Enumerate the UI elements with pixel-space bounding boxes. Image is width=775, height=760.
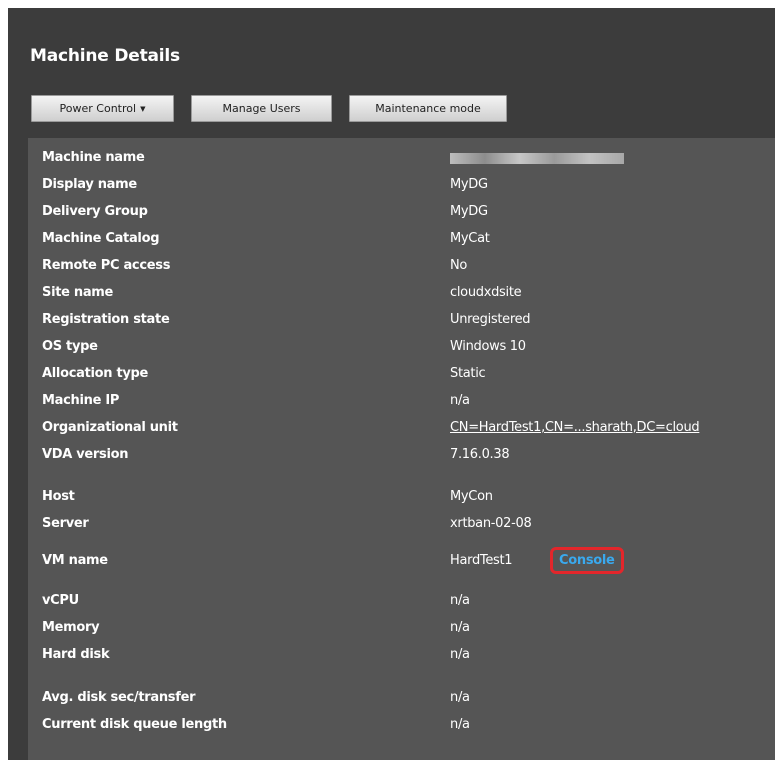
detail-row: VM name HardTest1 Console bbox=[28, 547, 775, 574]
detail-row: Machine Catalog MyCat bbox=[28, 225, 775, 252]
detail-value: n/a bbox=[450, 690, 470, 705]
detail-row: Memory n/a bbox=[28, 614, 775, 641]
power-control-label: Power Control bbox=[59, 102, 137, 115]
detail-label: Machine Catalog bbox=[42, 231, 160, 246]
detail-value: n/a bbox=[450, 620, 470, 635]
detail-label: OS type bbox=[42, 339, 98, 354]
detail-value: MyDG bbox=[450, 204, 488, 219]
detail-value: n/a bbox=[450, 717, 470, 732]
detail-label: Memory bbox=[42, 620, 100, 635]
detail-row: Delivery Group MyDG bbox=[28, 198, 775, 225]
detail-label: Organizational unit bbox=[42, 420, 178, 435]
detail-value: n/a bbox=[450, 393, 470, 408]
detail-value: n/a bbox=[450, 593, 470, 608]
detail-row: Current disk queue length n/a bbox=[28, 711, 775, 738]
detail-row: Display name MyDG bbox=[28, 171, 775, 198]
detail-label: vCPU bbox=[42, 593, 79, 608]
maintenance-mode-label: Maintenance mode bbox=[375, 102, 481, 115]
detail-label: Host bbox=[42, 489, 75, 504]
detail-value: Unregistered bbox=[450, 312, 531, 327]
power-control-button[interactable]: Power Control ▼ bbox=[31, 95, 174, 122]
console-highlight: Console bbox=[550, 547, 624, 574]
detail-row: OS type Windows 10 bbox=[28, 333, 775, 360]
detail-value: cloudxdsite bbox=[450, 285, 522, 300]
detail-label: VDA version bbox=[42, 447, 129, 462]
detail-value: n/a bbox=[450, 647, 470, 662]
detail-row: Allocation type Static bbox=[28, 360, 775, 387]
detail-row: Host MyCon bbox=[28, 483, 775, 510]
detail-row: Registration state Unregistered bbox=[28, 306, 775, 333]
maintenance-mode-button[interactable]: Maintenance mode bbox=[349, 95, 507, 122]
detail-row: Machine IP n/a bbox=[28, 387, 775, 414]
caret-down-icon: ▼ bbox=[140, 104, 146, 113]
detail-value: Windows 10 bbox=[450, 339, 526, 354]
detail-row: Organizational unit CN=HardTest1,CN=...s… bbox=[28, 414, 775, 441]
detail-row: Avg. disk sec/transfer n/a bbox=[28, 684, 775, 711]
detail-value: Static bbox=[450, 366, 486, 381]
detail-row: Hard disk n/a bbox=[28, 641, 775, 668]
detail-value: xrtban-02-08 bbox=[450, 516, 532, 531]
detail-label: Registration state bbox=[42, 312, 170, 327]
detail-label: Allocation type bbox=[42, 366, 149, 381]
manage-users-button[interactable]: Manage Users bbox=[191, 95, 332, 122]
detail-label: Display name bbox=[42, 177, 137, 192]
page-title: Machine Details bbox=[30, 46, 180, 66]
detail-value: No bbox=[450, 258, 468, 273]
console-link[interactable]: Console bbox=[559, 553, 615, 568]
detail-label: VM name bbox=[42, 553, 108, 568]
redacted-value bbox=[450, 153, 624, 164]
detail-row: Remote PC access No bbox=[28, 252, 775, 279]
detail-label: Remote PC access bbox=[42, 258, 171, 273]
detail-row: Site name cloudxdsite bbox=[28, 279, 775, 306]
detail-row: VDA version 7.16.0.38 bbox=[28, 441, 775, 468]
detail-row: Server xrtban-02-08 bbox=[28, 510, 775, 537]
detail-row: vCPU n/a bbox=[28, 587, 775, 614]
detail-label: Current disk queue length bbox=[42, 717, 227, 732]
detail-value: MyDG bbox=[450, 177, 488, 192]
detail-label: Hard disk bbox=[42, 647, 110, 662]
detail-row: Machine name bbox=[28, 144, 775, 171]
detail-label: Avg. disk sec/transfer bbox=[42, 690, 196, 705]
detail-label: Machine IP bbox=[42, 393, 120, 408]
detail-label: Delivery Group bbox=[42, 204, 148, 219]
detail-label: Site name bbox=[42, 285, 114, 300]
detail-value: 7.16.0.38 bbox=[450, 447, 510, 462]
manage-users-label: Manage Users bbox=[222, 102, 301, 115]
detail-label: Machine name bbox=[42, 150, 145, 165]
detail-value: MyCon bbox=[450, 489, 493, 504]
organizational-unit-link[interactable]: CN=HardTest1,CN=...sharath,DC=cloud bbox=[450, 414, 700, 441]
details-panel: Machine name Display name MyDG Delivery … bbox=[28, 138, 775, 760]
detail-value: MyCat bbox=[450, 231, 490, 246]
detail-label: Server bbox=[42, 516, 89, 531]
detail-value: HardTest1 bbox=[450, 553, 513, 568]
